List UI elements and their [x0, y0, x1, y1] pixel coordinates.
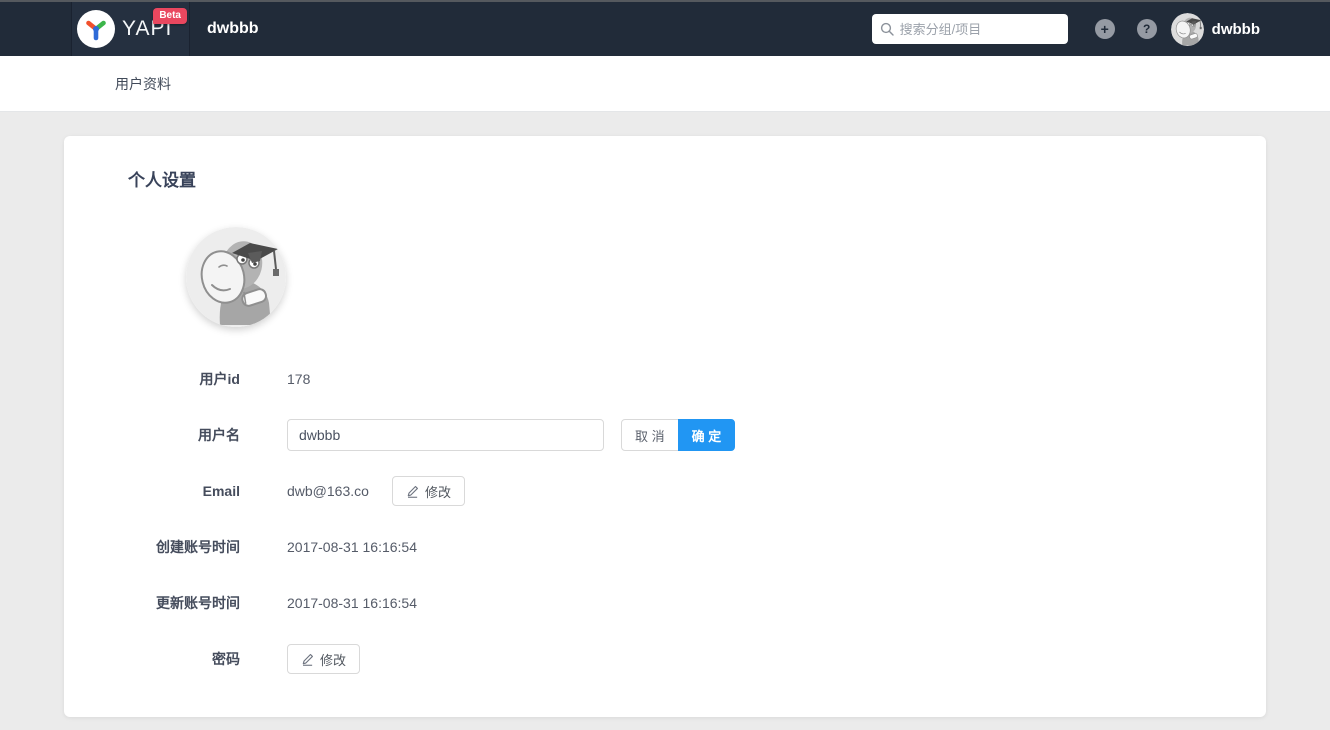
edit-icon [407, 485, 418, 498]
email-value: dwb@163.co [287, 483, 369, 499]
page-title: 个人设置 [128, 171, 196, 190]
username-input[interactable] [287, 419, 604, 451]
help-button[interactable]: ? [1136, 19, 1157, 39]
username-label: 用户名 [198, 427, 240, 443]
main-content: 个人设置 用户id 178 用户名 dwbbb 取 消 确 定 Email dw… [0, 112, 1330, 717]
row-email: Email dwb@163.co 修改 [128, 475, 1202, 507]
row-updated-time: 更新账号时间 2017-08-31 16:16:54 [128, 587, 1202, 619]
navbar-left-spacer [0, 2, 72, 56]
search-input[interactable] [899, 21, 1060, 37]
brand-home-link[interactable]: YAPI Beta [72, 2, 190, 56]
row-username: 用户名 取 消 确 定 [128, 419, 1202, 451]
cancel-button[interactable]: 取 消 [621, 419, 679, 451]
subnav-bar: 用户资料 [0, 56, 1330, 112]
row-created-time: 创建账号时间 2017-08-31 16:16:54 [128, 531, 1202, 563]
password-label: 密码 [212, 651, 240, 667]
username-actions: 取 消 确 定 [621, 419, 736, 451]
navbar-username[interactable]: dwbbb [1212, 21, 1260, 38]
profile-avatar[interactable] [186, 227, 286, 327]
add-button[interactable]: + [1094, 19, 1115, 39]
current-page-title: dwbbb [207, 20, 259, 37]
edit-icon [302, 653, 313, 666]
email-label: Email [202, 483, 240, 499]
navbar-actions: + ? dwbbb [871, 12, 1330, 46]
yapi-logo-icon [77, 10, 115, 48]
edit-email-label: 修改 [424, 484, 451, 500]
beta-badge: Beta [153, 8, 187, 24]
updated-time-value: 2017-08-31 16:16:54 [287, 595, 417, 611]
subnav-item-user-profile[interactable]: 用户资料 [115, 74, 171, 94]
user-id-label: 用户id [199, 371, 240, 387]
profile-card: 个人设置 用户id 178 用户名 dwbbb 取 消 确 定 Email dw… [64, 136, 1266, 717]
top-navbar: YAPI Beta dwbbb + ? [0, 0, 1330, 56]
search-icon [880, 22, 894, 36]
created-time-label: 创建账号时间 [156, 539, 240, 555]
updated-time-label: 更新账号时间 [156, 595, 240, 611]
user-id-value: 178 [287, 371, 311, 387]
row-user-id: 用户id 178 [128, 363, 1202, 395]
created-time-value: 2017-08-31 16:16:54 [287, 539, 417, 555]
edit-email-button[interactable]: 修改 [391, 476, 465, 506]
confirm-button[interactable]: 确 定 [677, 419, 736, 451]
user-avatar[interactable] [1170, 12, 1204, 46]
row-password: 密码 修改 [128, 643, 1202, 675]
edit-password-label: 修改 [320, 652, 347, 668]
search-box [871, 14, 1068, 44]
edit-password-button[interactable]: 修改 [287, 644, 361, 674]
